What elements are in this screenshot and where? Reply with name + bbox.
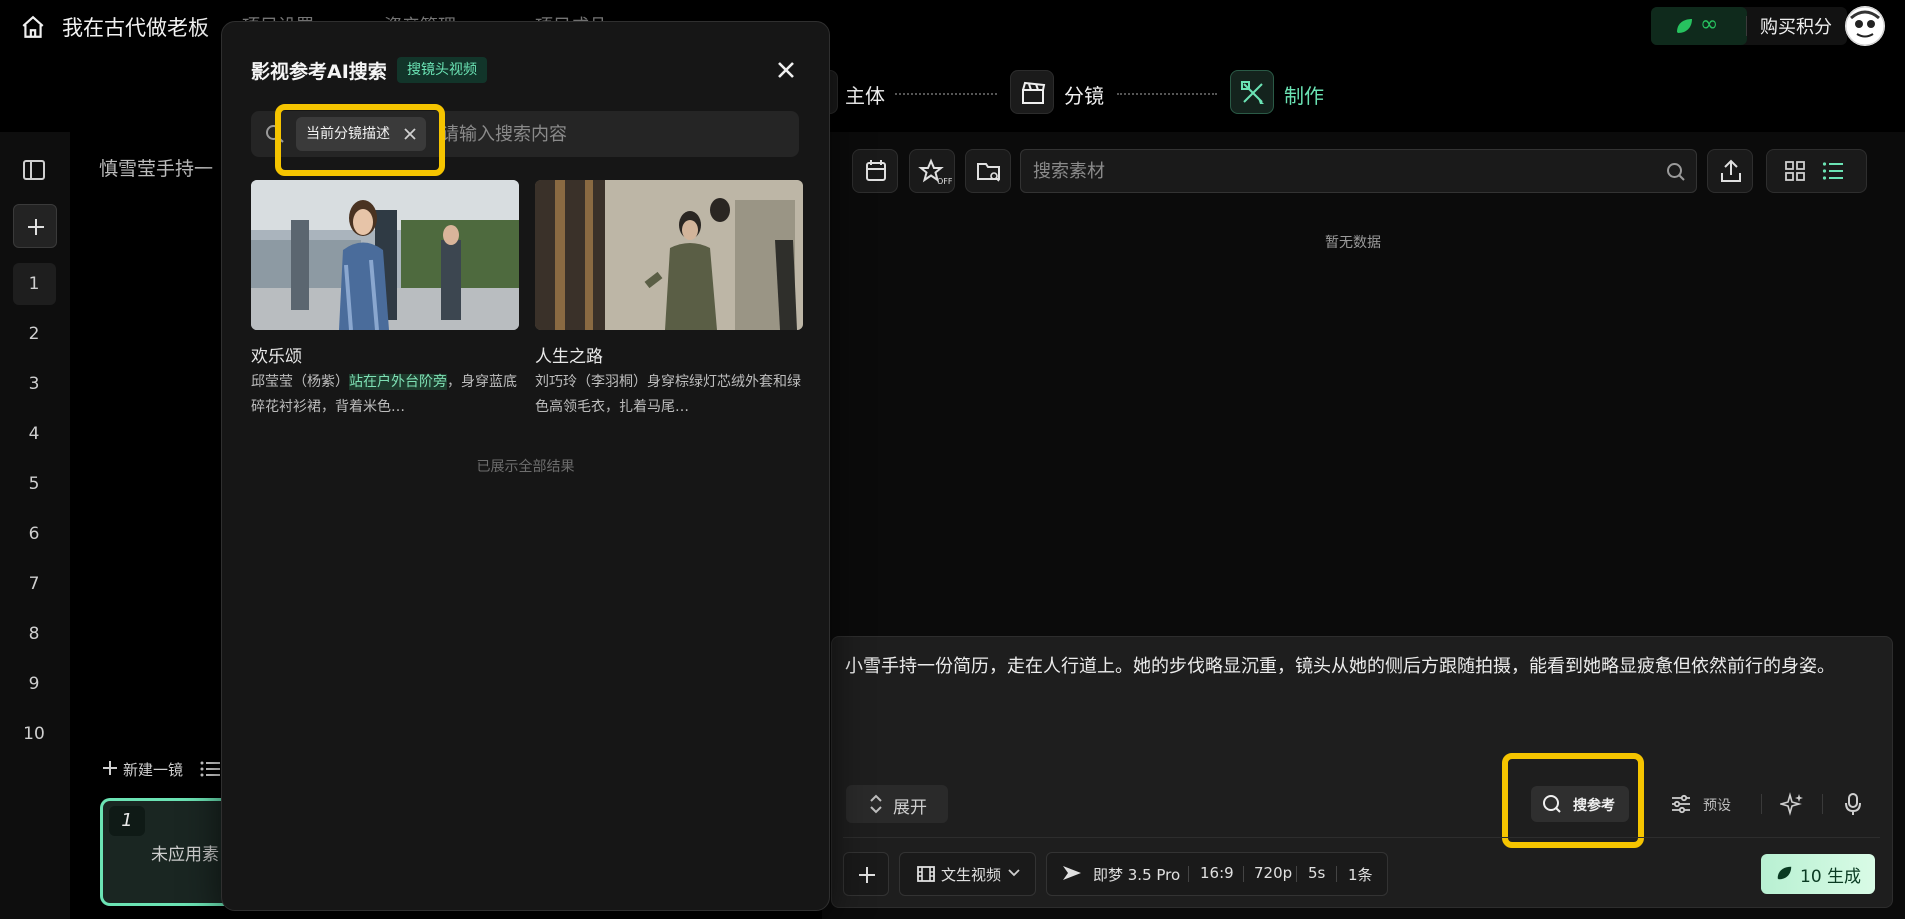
- generate-label: 10 生成: [1800, 867, 1862, 887]
- highlight-box-chip: [275, 104, 445, 176]
- result-title[interactable]: 欢乐颂: [251, 342, 302, 367]
- divider: [1296, 866, 1297, 882]
- asset-search-input[interactable]: [1021, 150, 1621, 192]
- desc-text: 邱莹莹（杨紫）: [251, 374, 349, 390]
- expand-icon: [869, 794, 883, 814]
- buy-credits-button[interactable]: 购买积分: [1760, 13, 1832, 39]
- shot-item-5[interactable]: 5: [0, 474, 68, 494]
- avatar[interactable]: [1845, 6, 1885, 46]
- calendar-button[interactable]: [852, 149, 898, 193]
- duration[interactable]: 5s: [1308, 864, 1325, 882]
- folder-search-button[interactable]: [965, 149, 1011, 193]
- result-thumbnail[interactable]: [251, 180, 519, 330]
- mode-label: 文生视频: [941, 866, 1002, 884]
- step-connector: [895, 93, 997, 95]
- leaf-icon: [1674, 17, 1694, 35]
- list-icon[interactable]: [200, 759, 222, 779]
- view-toggle: [1766, 149, 1867, 193]
- clapper-icon[interactable]: [1010, 70, 1054, 114]
- model-arrow-icon: [1061, 862, 1083, 884]
- shot-item-1[interactable]: 1: [0, 274, 68, 294]
- step-production[interactable]: 制作: [1284, 80, 1324, 109]
- svg-text:OFF: OFF: [937, 177, 953, 186]
- divider: [843, 837, 1880, 838]
- divider: [1188, 866, 1189, 882]
- model-label[interactable]: 即梦 3.5 Pro: [1093, 864, 1180, 885]
- new-shot-button[interactable]: 新建一镜: [123, 759, 183, 780]
- output-count[interactable]: 1条: [1348, 864, 1373, 885]
- divider: [1746, 16, 1747, 36]
- shot-item-3[interactable]: 3: [0, 374, 68, 394]
- divider: [1761, 794, 1762, 814]
- result-description: 邱莹莹（杨紫）站在户外台阶旁，身穿蓝底碎花衬衫裙，背着米色…: [251, 370, 519, 420]
- shot-item-6[interactable]: 6: [0, 524, 68, 544]
- preset-sliders-icon[interactable]: [1670, 794, 1692, 814]
- step-storyboard[interactable]: 分镜: [1064, 80, 1104, 109]
- step-subject[interactable]: 主体: [845, 80, 885, 109]
- aspect-ratio[interactable]: 16:9: [1200, 864, 1234, 882]
- divider: [1336, 866, 1337, 882]
- film-icon: [916, 864, 936, 884]
- preset-label[interactable]: 预设: [1703, 795, 1731, 815]
- divider: [1822, 794, 1823, 814]
- asset-search-bar[interactable]: [1020, 149, 1697, 193]
- result-description: 刘巧玲（李羽桐）身穿棕绿灯芯绒外套和绿色高领毛衣，扎着马尾…: [535, 374, 801, 415]
- grid-view-icon[interactable]: [1784, 160, 1806, 182]
- step-connector: [1117, 93, 1217, 95]
- project-title: 我在古代做老板: [62, 16, 209, 40]
- add-shot-button[interactable]: [13, 204, 57, 248]
- result-title[interactable]: 人生之路: [535, 342, 603, 367]
- empty-state-text: 暂无数据: [1325, 235, 1381, 251]
- panel-toggle-icon[interactable]: [22, 159, 46, 181]
- plus-icon: [101, 759, 119, 777]
- shot-card-number: 1: [109, 806, 145, 836]
- shot-item-10[interactable]: 10: [0, 724, 68, 744]
- highlight-box-search-reference: [1502, 753, 1644, 848]
- modal-title: 影视参考AI搜索: [251, 61, 387, 83]
- favorites-off-button[interactable]: OFF: [909, 149, 955, 193]
- list-view-icon[interactable]: [1822, 160, 1844, 182]
- close-icon[interactable]: [772, 56, 800, 84]
- expand-label: 展开: [893, 798, 927, 818]
- add-attachment-button[interactable]: [843, 852, 889, 896]
- divider: [1243, 866, 1244, 882]
- shot-item-7[interactable]: 7: [0, 574, 68, 594]
- desc-highlight: 站在户外台阶旁: [349, 374, 447, 390]
- shot-item-4[interactable]: 4: [0, 424, 68, 444]
- modal-search-input[interactable]: [441, 111, 781, 157]
- shot-item-2[interactable]: 2: [0, 324, 68, 344]
- sparkle-icon[interactable]: [1780, 792, 1804, 816]
- chevron-down-icon: [1007, 867, 1021, 879]
- prompt-text[interactable]: 小雪手持一份简历，走在人行道上。她的步伐略显沉重，镜头从她的侧后方跟随拍摄，能看…: [845, 648, 1875, 686]
- search-icon[interactable]: [1666, 162, 1686, 182]
- shot-item-8[interactable]: 8: [0, 624, 68, 644]
- shot-item-9[interactable]: 9: [0, 674, 68, 694]
- home-icon[interactable]: [20, 14, 46, 40]
- credits-value: ∞: [1700, 12, 1719, 37]
- microphone-icon[interactable]: [1843, 792, 1863, 816]
- upload-button[interactable]: [1707, 149, 1753, 193]
- end-of-results-text: 已展示全部结果: [476, 459, 575, 475]
- shot-card-status: 未应用素: [151, 845, 219, 865]
- result-thumbnail[interactable]: [535, 180, 803, 330]
- resolution[interactable]: 720p: [1254, 864, 1292, 882]
- leaf-icon: [1775, 864, 1793, 882]
- credits-badge[interactable]: [1651, 7, 1747, 45]
- production-tools-icon[interactable]: [1230, 70, 1274, 114]
- shot-heading: 慎雪莹手持一: [99, 158, 214, 180]
- modal-tag: 搜镜头视频: [397, 57, 487, 83]
